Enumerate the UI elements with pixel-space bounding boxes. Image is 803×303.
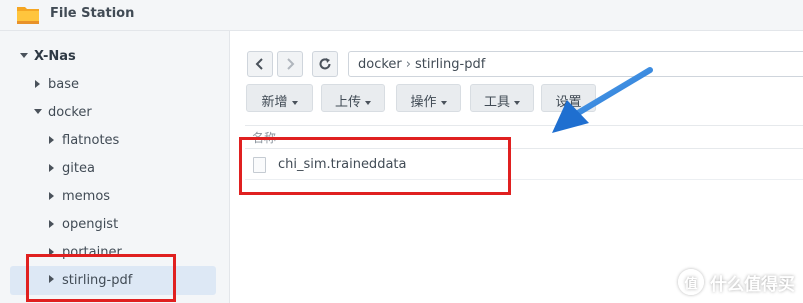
back-button[interactable] bbox=[247, 51, 273, 77]
tree-item-label: memos bbox=[62, 189, 111, 204]
chevron-left-icon bbox=[255, 58, 263, 70]
settings-button[interactable]: 设置 bbox=[541, 84, 596, 112]
chevron-right-icon[interactable] bbox=[49, 192, 54, 200]
watermark-text: 什么值得买 bbox=[710, 274, 795, 294]
tree-item-gitea[interactable]: gitea bbox=[0, 155, 228, 183]
watermark-logo-icon: 值 bbox=[678, 269, 704, 295]
caret-down-icon bbox=[514, 100, 520, 105]
path-breadcrumb[interactable]: docker › stirling-pdf bbox=[348, 51, 803, 77]
forward-button[interactable] bbox=[277, 51, 303, 77]
tree-item-docker[interactable]: docker bbox=[0, 99, 228, 127]
caret-down-icon bbox=[291, 100, 298, 105]
breadcrumb-segment[interactable]: stirling-pdf bbox=[415, 57, 485, 72]
breadcrumb-segment[interactable]: docker bbox=[358, 57, 402, 72]
tree-root-x-nas[interactable]: X-Nas bbox=[0, 43, 228, 71]
tree-item-label: docker bbox=[48, 105, 92, 120]
settings-button-label: 设置 bbox=[555, 95, 582, 110]
app-title: File Station bbox=[50, 6, 135, 21]
tree-item-label: opengist bbox=[62, 217, 119, 232]
chevron-right-icon[interactable] bbox=[49, 164, 54, 172]
chevron-right-icon[interactable] bbox=[35, 80, 40, 88]
chevron-right-icon[interactable] bbox=[49, 220, 54, 228]
action-button-label: 操作 bbox=[410, 95, 437, 110]
tree-item-flatnotes[interactable]: flatnotes bbox=[0, 127, 228, 155]
title-bar: File Station bbox=[0, 0, 803, 31]
breadcrumb-separator-icon: › bbox=[405, 57, 411, 72]
chevron-down-icon[interactable] bbox=[20, 53, 28, 58]
action-button[interactable]: 操作 bbox=[396, 84, 461, 112]
tree-item-label: X-Nas bbox=[34, 49, 76, 64]
highlight-box-stirling-pdf bbox=[26, 254, 176, 302]
tree-item-label: base bbox=[48, 77, 79, 92]
tree-item-label: gitea bbox=[62, 161, 95, 176]
create-button[interactable]: 新增 bbox=[246, 84, 313, 112]
highlight-box-file bbox=[239, 137, 511, 195]
upload-button-label: 上传 bbox=[334, 95, 361, 110]
chevron-down-icon[interactable] bbox=[34, 109, 42, 114]
tree-item-base[interactable]: base bbox=[0, 71, 228, 99]
chevron-right-icon bbox=[287, 58, 295, 70]
caret-down-icon bbox=[365, 100, 371, 105]
create-button-label: 新增 bbox=[261, 95, 288, 110]
caret-down-icon bbox=[440, 100, 447, 105]
refresh-icon bbox=[319, 58, 331, 70]
upload-button[interactable]: 上传 bbox=[321, 84, 385, 112]
watermark: 值 什么值得买 bbox=[678, 269, 795, 295]
tree-item-memos[interactable]: memos bbox=[0, 183, 228, 211]
tools-button-label: 工具 bbox=[483, 95, 510, 110]
folder-icon bbox=[17, 7, 39, 24]
tree-item-label: flatnotes bbox=[62, 133, 120, 148]
refresh-button[interactable] bbox=[312, 51, 338, 77]
tools-button[interactable]: 工具 bbox=[470, 84, 534, 112]
tree-item-opengist[interactable]: opengist bbox=[0, 211, 228, 239]
chevron-right-icon[interactable] bbox=[49, 136, 54, 144]
